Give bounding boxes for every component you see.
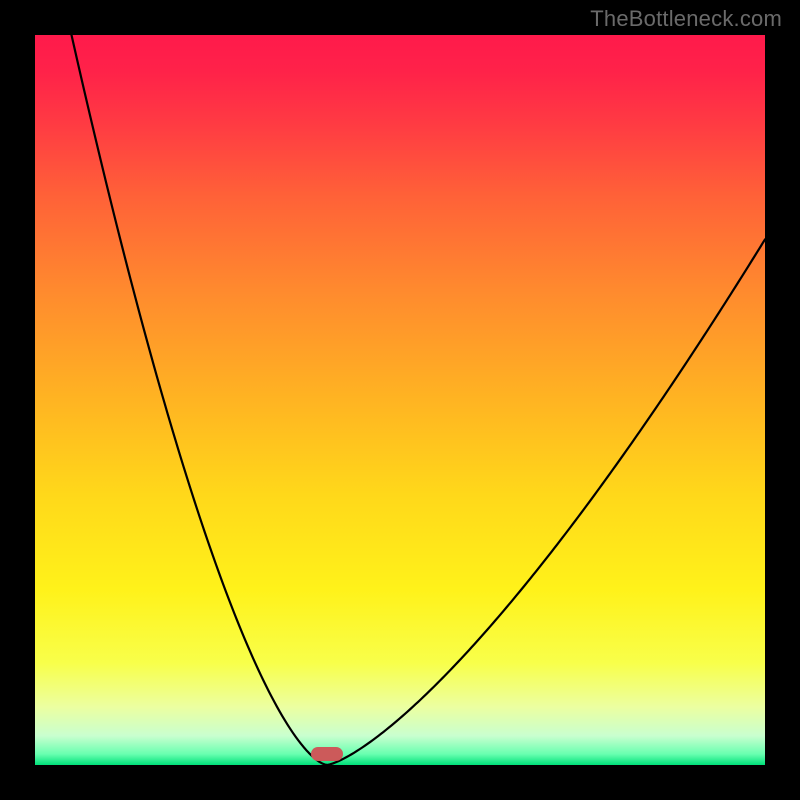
- chart-outer-frame: TheBottleneck.com: [0, 0, 800, 800]
- chart-background-gradient: [35, 35, 765, 765]
- chart-plot-area: [35, 35, 765, 765]
- watermark-label: TheBottleneck.com: [590, 6, 782, 32]
- chart-svg: [35, 35, 765, 765]
- optimum-marker: [311, 747, 343, 761]
